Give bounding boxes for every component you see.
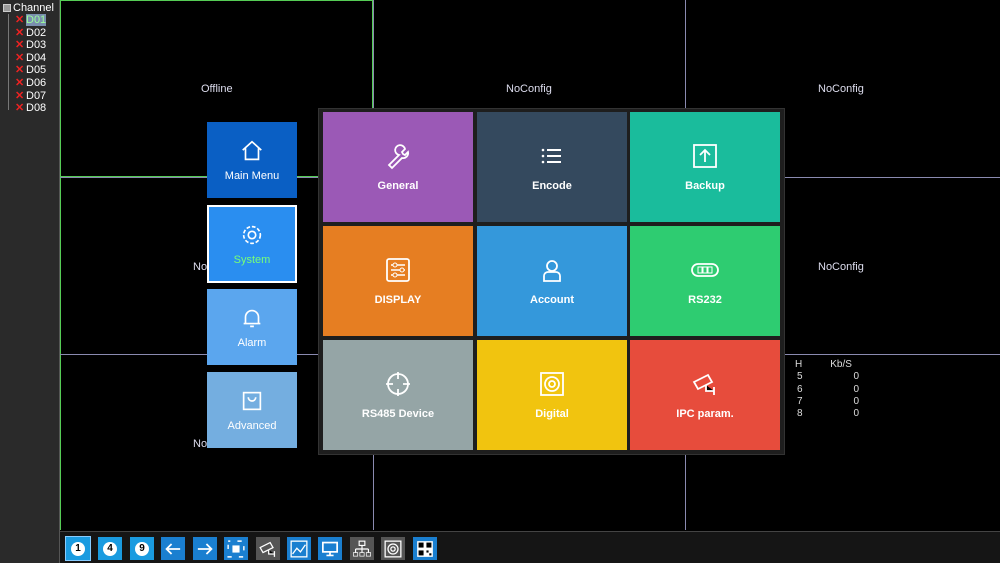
side-menu-system[interactable]: System — [207, 205, 297, 283]
arrow-left-icon — [165, 542, 181, 555]
menu-tile-backup[interactable]: Backup — [630, 112, 780, 222]
network-icon — [353, 540, 371, 556]
channel-title: Channel — [13, 2, 54, 14]
fullscreen-button[interactable] — [224, 537, 248, 560]
stats-row: 50 — [797, 371, 859, 383]
menu-tile-digital[interactable]: Digital — [477, 340, 627, 450]
view-9-button[interactable]: 9 — [130, 537, 154, 560]
channel-item-d05[interactable]: ✕ D05 — [15, 64, 46, 76]
offline-x-icon: ✕ — [15, 39, 25, 52]
collapse-icon[interactable] — [3, 4, 11, 12]
next-button[interactable] — [193, 537, 217, 560]
qr-icon — [417, 540, 433, 557]
chart-button[interactable] — [287, 537, 311, 560]
camera-icon — [692, 373, 715, 395]
side-menu-advanced[interactable]: Advanced — [207, 372, 297, 448]
menu-tile-display[interactable]: DISPLAY — [323, 226, 473, 336]
view-4-button[interactable]: 4 — [98, 537, 122, 560]
side-menu-alarm[interactable]: Alarm — [207, 289, 297, 365]
disk-button[interactable] — [381, 537, 405, 560]
channel-sidebar: Channel ✕ D01 ✕ D02 ✕ D03 ✕ D04 ✕ D05 ✕ D06 ✕ D07 ✕ D08 — [0, 0, 60, 563]
cell-status: Offline — [201, 83, 233, 95]
camera-icon — [259, 541, 276, 557]
offline-x-icon: ✕ — [15, 64, 25, 77]
channel-item-d02[interactable]: ✕ D02 — [15, 27, 46, 39]
bottom-toolbar: 149 — [60, 531, 1000, 563]
menu-tile-ipc-param[interactable]: IPC param. — [630, 340, 780, 450]
offline-x-icon: ✕ — [15, 14, 25, 26]
disk-icon — [540, 372, 564, 396]
crosshair-icon — [386, 372, 410, 396]
cell-status: NoConfig — [506, 83, 552, 95]
menu-tile-account[interactable]: Account — [477, 226, 627, 336]
menu-tile-rs485-device[interactable]: RS485 Device — [323, 340, 473, 450]
offline-x-icon: ✕ — [15, 102, 25, 115]
stats-row: 60 — [797, 383, 859, 395]
menu-tile-encode[interactable]: Encode — [477, 112, 627, 222]
offline-x-icon: ✕ — [15, 26, 25, 39]
channel-item-d06[interactable]: ✕ D06 — [15, 77, 46, 89]
offline-x-icon: ✕ — [15, 51, 25, 64]
channel-item-d01[interactable]: ✕ D01 — [15, 14, 47, 26]
chart-icon — [290, 540, 308, 557]
list-icon — [541, 148, 561, 164]
cell-status: No — [193, 261, 208, 273]
disk-icon — [384, 540, 402, 557]
gear-icon — [242, 225, 262, 245]
channel-item-d03[interactable]: ✕ D03 — [15, 39, 46, 51]
fullscreen-icon — [227, 539, 245, 558]
monitor-icon — [322, 541, 338, 556]
cell-status: No — [193, 438, 208, 450]
home-icon — [242, 140, 262, 161]
cell-status: NoConfig — [818, 261, 864, 273]
channel-item-d07[interactable]: ✕ D07 — [15, 90, 46, 102]
tree-line — [8, 14, 9, 110]
port-icon — [691, 263, 719, 277]
camera-button[interactable] — [256, 537, 280, 560]
menu-tile-general[interactable]: General — [323, 112, 473, 222]
menu-tile-rs232[interactable]: RS232 — [630, 226, 780, 336]
offline-x-icon: ✕ — [15, 89, 25, 102]
arrow-right-icon — [197, 542, 213, 555]
side-menu-main-menu[interactable]: Main Menu — [207, 122, 297, 198]
monitor-button[interactable] — [318, 537, 342, 560]
bitrate-stats: H Kb/S 50607080 — [795, 359, 859, 420]
qr-button[interactable] — [413, 537, 437, 560]
sliders-icon — [386, 258, 410, 282]
wrench-icon — [387, 144, 409, 170]
prev-button[interactable] — [161, 537, 185, 560]
stats-row: 70 — [797, 395, 859, 407]
cell-status: NoConfig — [818, 83, 864, 95]
view-1-button[interactable]: 1 — [65, 536, 91, 561]
upload-icon — [693, 144, 717, 168]
channel-item-d04[interactable]: ✕ D04 — [15, 52, 46, 64]
channel-tree-header[interactable]: Channel — [3, 2, 54, 14]
stats-row: 80 — [797, 408, 859, 420]
user-icon — [543, 260, 561, 282]
offline-x-icon: ✕ — [15, 77, 25, 89]
network-button[interactable] — [350, 537, 374, 560]
channel-item-d08[interactable]: ✕ D08 — [15, 102, 46, 114]
bell-icon — [243, 309, 261, 328]
bag-icon — [242, 391, 262, 411]
